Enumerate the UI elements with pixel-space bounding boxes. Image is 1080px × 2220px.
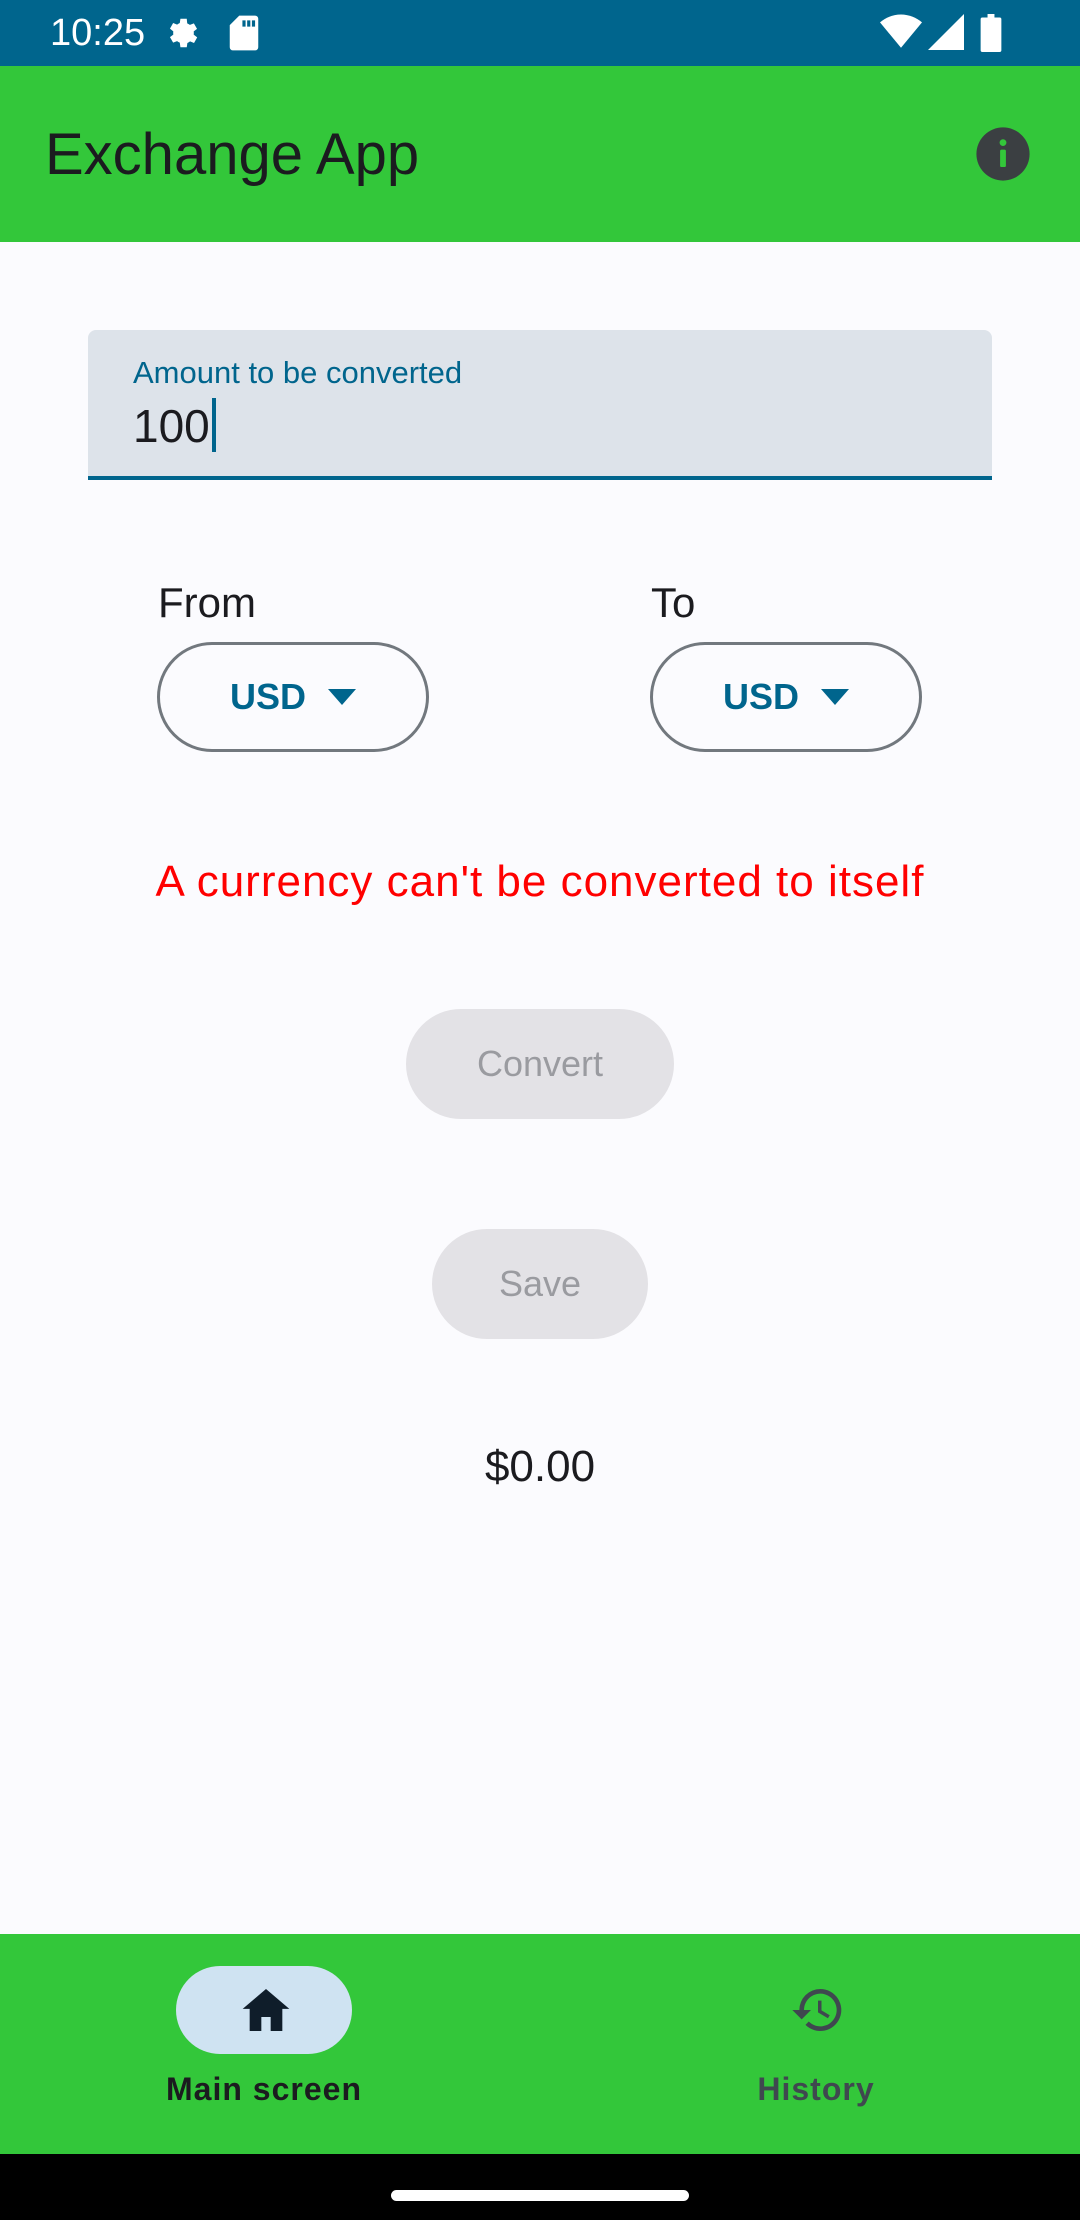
wifi-icon (880, 14, 922, 55)
nav-item-main-screen[interactable]: Main screen (0, 1934, 540, 2154)
system-gesture-bar (0, 2154, 1080, 2220)
text-cursor (211, 398, 216, 452)
error-message: A currency can't be converted to itself (155, 857, 925, 906)
save-button[interactable]: Save (432, 1229, 648, 1339)
dropdown-arrow-icon (821, 689, 849, 705)
to-currency-dropdown[interactable]: USD (650, 642, 922, 752)
dropdown-arrow-icon (328, 689, 356, 705)
convert-button[interactable]: Convert (406, 1009, 674, 1119)
from-currency-dropdown[interactable]: USD (157, 642, 429, 752)
status-time: 10:25 (50, 12, 146, 54)
nav-label-history: History (757, 2071, 875, 2107)
nav-label-main-screen: Main screen (166, 2071, 362, 2107)
conversion-result: $0.00 (484, 1442, 596, 1491)
app-bar: Exchange App (0, 66, 1080, 242)
home-gesture-handle[interactable] (391, 2190, 689, 2201)
cell-signal-icon (928, 14, 964, 55)
amount-label: Amount to be converted (133, 355, 463, 390)
to-label: To (651, 579, 696, 626)
status-bar: 10:25 (0, 0, 1080, 66)
from-currency-value: USD (229, 676, 306, 717)
amount-input[interactable]: Amount to be converted 100 (88, 330, 992, 480)
settings-gear-icon (163, 14, 201, 57)
amount-value-text: 100 (133, 400, 210, 452)
from-label: From (158, 579, 256, 626)
battery-icon (980, 14, 1002, 57)
nav-item-history[interactable]: History (540, 1934, 1080, 2154)
history-icon (790, 1982, 846, 2038)
bottom-navigation: Main screen History (0, 1934, 1080, 2154)
app-title: Exchange App (45, 122, 420, 187)
home-icon (238, 1982, 294, 2038)
info-icon[interactable] (974, 125, 1032, 183)
to-currency-value: USD (722, 676, 799, 717)
amount-value[interactable]: 100 (133, 398, 216, 454)
sd-card-icon (228, 14, 260, 57)
